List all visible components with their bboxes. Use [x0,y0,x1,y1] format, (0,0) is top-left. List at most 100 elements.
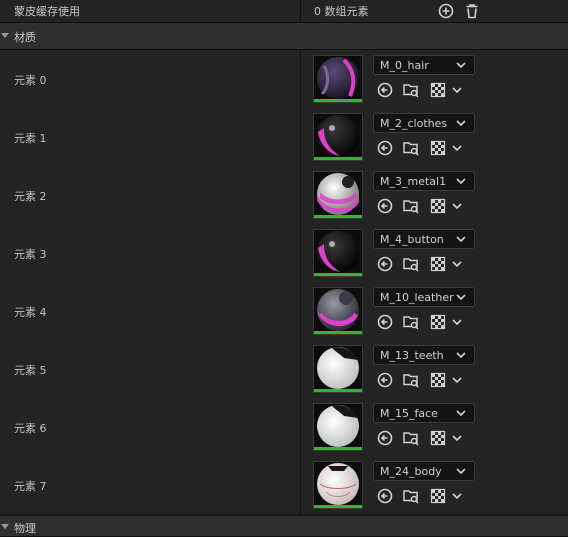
browse-folder-icon[interactable] [402,81,420,99]
material-name: M_3_metal1 [380,175,447,188]
checker-icon[interactable] [429,371,447,389]
element-label: 元素 0 [14,74,47,87]
browse-folder-icon[interactable] [402,371,420,389]
material-row: 元素 3 M_4_button [0,224,568,283]
materials-section-header[interactable]: 材质 [0,23,568,50]
column-divider [300,50,301,108]
material-type-indicator [314,273,362,276]
reset-arrow-icon[interactable] [376,313,394,331]
checker-icon[interactable] [429,487,447,505]
reset-arrow-icon[interactable] [376,429,394,447]
material-row-tools [376,255,476,275]
material-dropdown[interactable]: M_4_button [373,229,475,249]
add-circle-icon[interactable] [437,2,455,20]
material-row: 元素 0 M_0_hair [0,50,568,109]
material-type-indicator [314,99,362,102]
browse-folder-icon[interactable] [402,139,420,157]
material-row-tools [376,139,476,159]
material-type-indicator [314,389,362,392]
material-preview-thumbnail[interactable] [313,461,363,509]
physics-section-header[interactable]: 物理 [0,516,568,537]
element-label: 元素 5 [14,364,47,377]
element-label: 元素 6 [14,422,47,435]
reset-arrow-icon[interactable] [376,255,394,273]
reset-arrow-icon[interactable] [376,487,394,505]
material-preview-thumbnail[interactable] [313,55,363,103]
material-dropdown[interactable]: M_15_face [373,403,475,423]
material-preview-thumbnail[interactable] [313,287,363,335]
checker-icon[interactable] [429,255,447,273]
element-label: 元素 4 [14,306,47,319]
material-row: 元素 5 M_13_teeth [0,340,568,399]
material-row: 元素 7 M_24_body [0,456,568,515]
material-preview-thumbnail[interactable] [313,345,363,393]
material-type-indicator [314,447,362,450]
checker-icon[interactable] [429,81,447,99]
trash-icon[interactable] [463,2,481,20]
chevron-down-icon[interactable] [448,487,466,505]
chevron-down-icon [456,468,466,475]
material-name: M_24_body [380,465,442,478]
skin-cache-usage-label: 蒙皮缓存使用 [14,5,80,18]
column-divider [300,0,301,22]
checker-icon[interactable] [429,197,447,215]
material-name: M_0_hair [380,59,429,72]
reset-arrow-icon[interactable] [376,139,394,157]
checker-icon[interactable] [429,313,447,331]
material-row-tools [376,487,476,507]
browse-folder-icon[interactable] [402,429,420,447]
materials-section-title: 材质 [14,31,36,44]
material-preview-thumbnail[interactable] [313,171,363,219]
browse-folder-icon[interactable] [402,197,420,215]
chevron-down-icon [456,120,466,127]
chevron-down-icon[interactable] [448,197,466,215]
reset-arrow-icon[interactable] [376,81,394,99]
element-label: 元素 7 [14,480,47,493]
column-divider [300,224,301,282]
material-type-indicator [314,505,362,508]
column-divider [300,398,301,456]
material-row-tools [376,313,476,333]
material-row-tools [376,81,476,101]
material-row: 元素 4 M_10_leather [0,282,568,341]
chevron-down-icon [456,294,466,301]
browse-folder-icon[interactable] [402,255,420,273]
material-row-tools [376,371,476,391]
chevron-down-icon[interactable] [448,139,466,157]
chevron-down-icon [456,62,466,69]
material-dropdown[interactable]: M_13_teeth [373,345,475,365]
checker-icon[interactable] [429,429,447,447]
material-preview-thumbnail[interactable] [313,229,363,277]
column-divider [300,108,301,166]
material-row: 元素 6 M_15_face [0,398,568,457]
material-dropdown[interactable]: M_10_leather [373,287,475,307]
column-divider [300,166,301,224]
browse-folder-icon[interactable] [402,487,420,505]
material-preview-thumbnail[interactable] [313,113,363,161]
material-dropdown[interactable]: M_3_metal1 [373,171,475,191]
column-divider [300,340,301,398]
browse-folder-icon[interactable] [402,313,420,331]
chevron-down-icon[interactable] [448,81,466,99]
reset-arrow-icon[interactable] [376,371,394,389]
material-preview-thumbnail[interactable] [313,403,363,451]
chevron-down-icon[interactable] [448,255,466,273]
collapse-caret-icon[interactable] [1,524,9,529]
material-row-tools [376,197,476,217]
element-label: 元素 2 [14,190,47,203]
material-dropdown[interactable]: M_0_hair [373,55,475,75]
reset-arrow-icon[interactable] [376,197,394,215]
chevron-down-icon[interactable] [448,313,466,331]
element-label: 元素 1 [14,132,47,145]
chevron-down-icon [456,410,466,417]
material-row: 元素 1 M_2_clothes [0,108,568,167]
material-row: 元素 2 M_3_metal1 [0,166,568,225]
material-type-indicator [314,157,362,160]
chevron-down-icon[interactable] [448,371,466,389]
material-dropdown[interactable]: M_24_body [373,461,475,481]
material-dropdown[interactable]: M_2_clothes [373,113,475,133]
chevron-down-icon [456,236,466,243]
checker-icon[interactable] [429,139,447,157]
chevron-down-icon[interactable] [448,429,466,447]
collapse-caret-icon[interactable] [1,33,9,38]
